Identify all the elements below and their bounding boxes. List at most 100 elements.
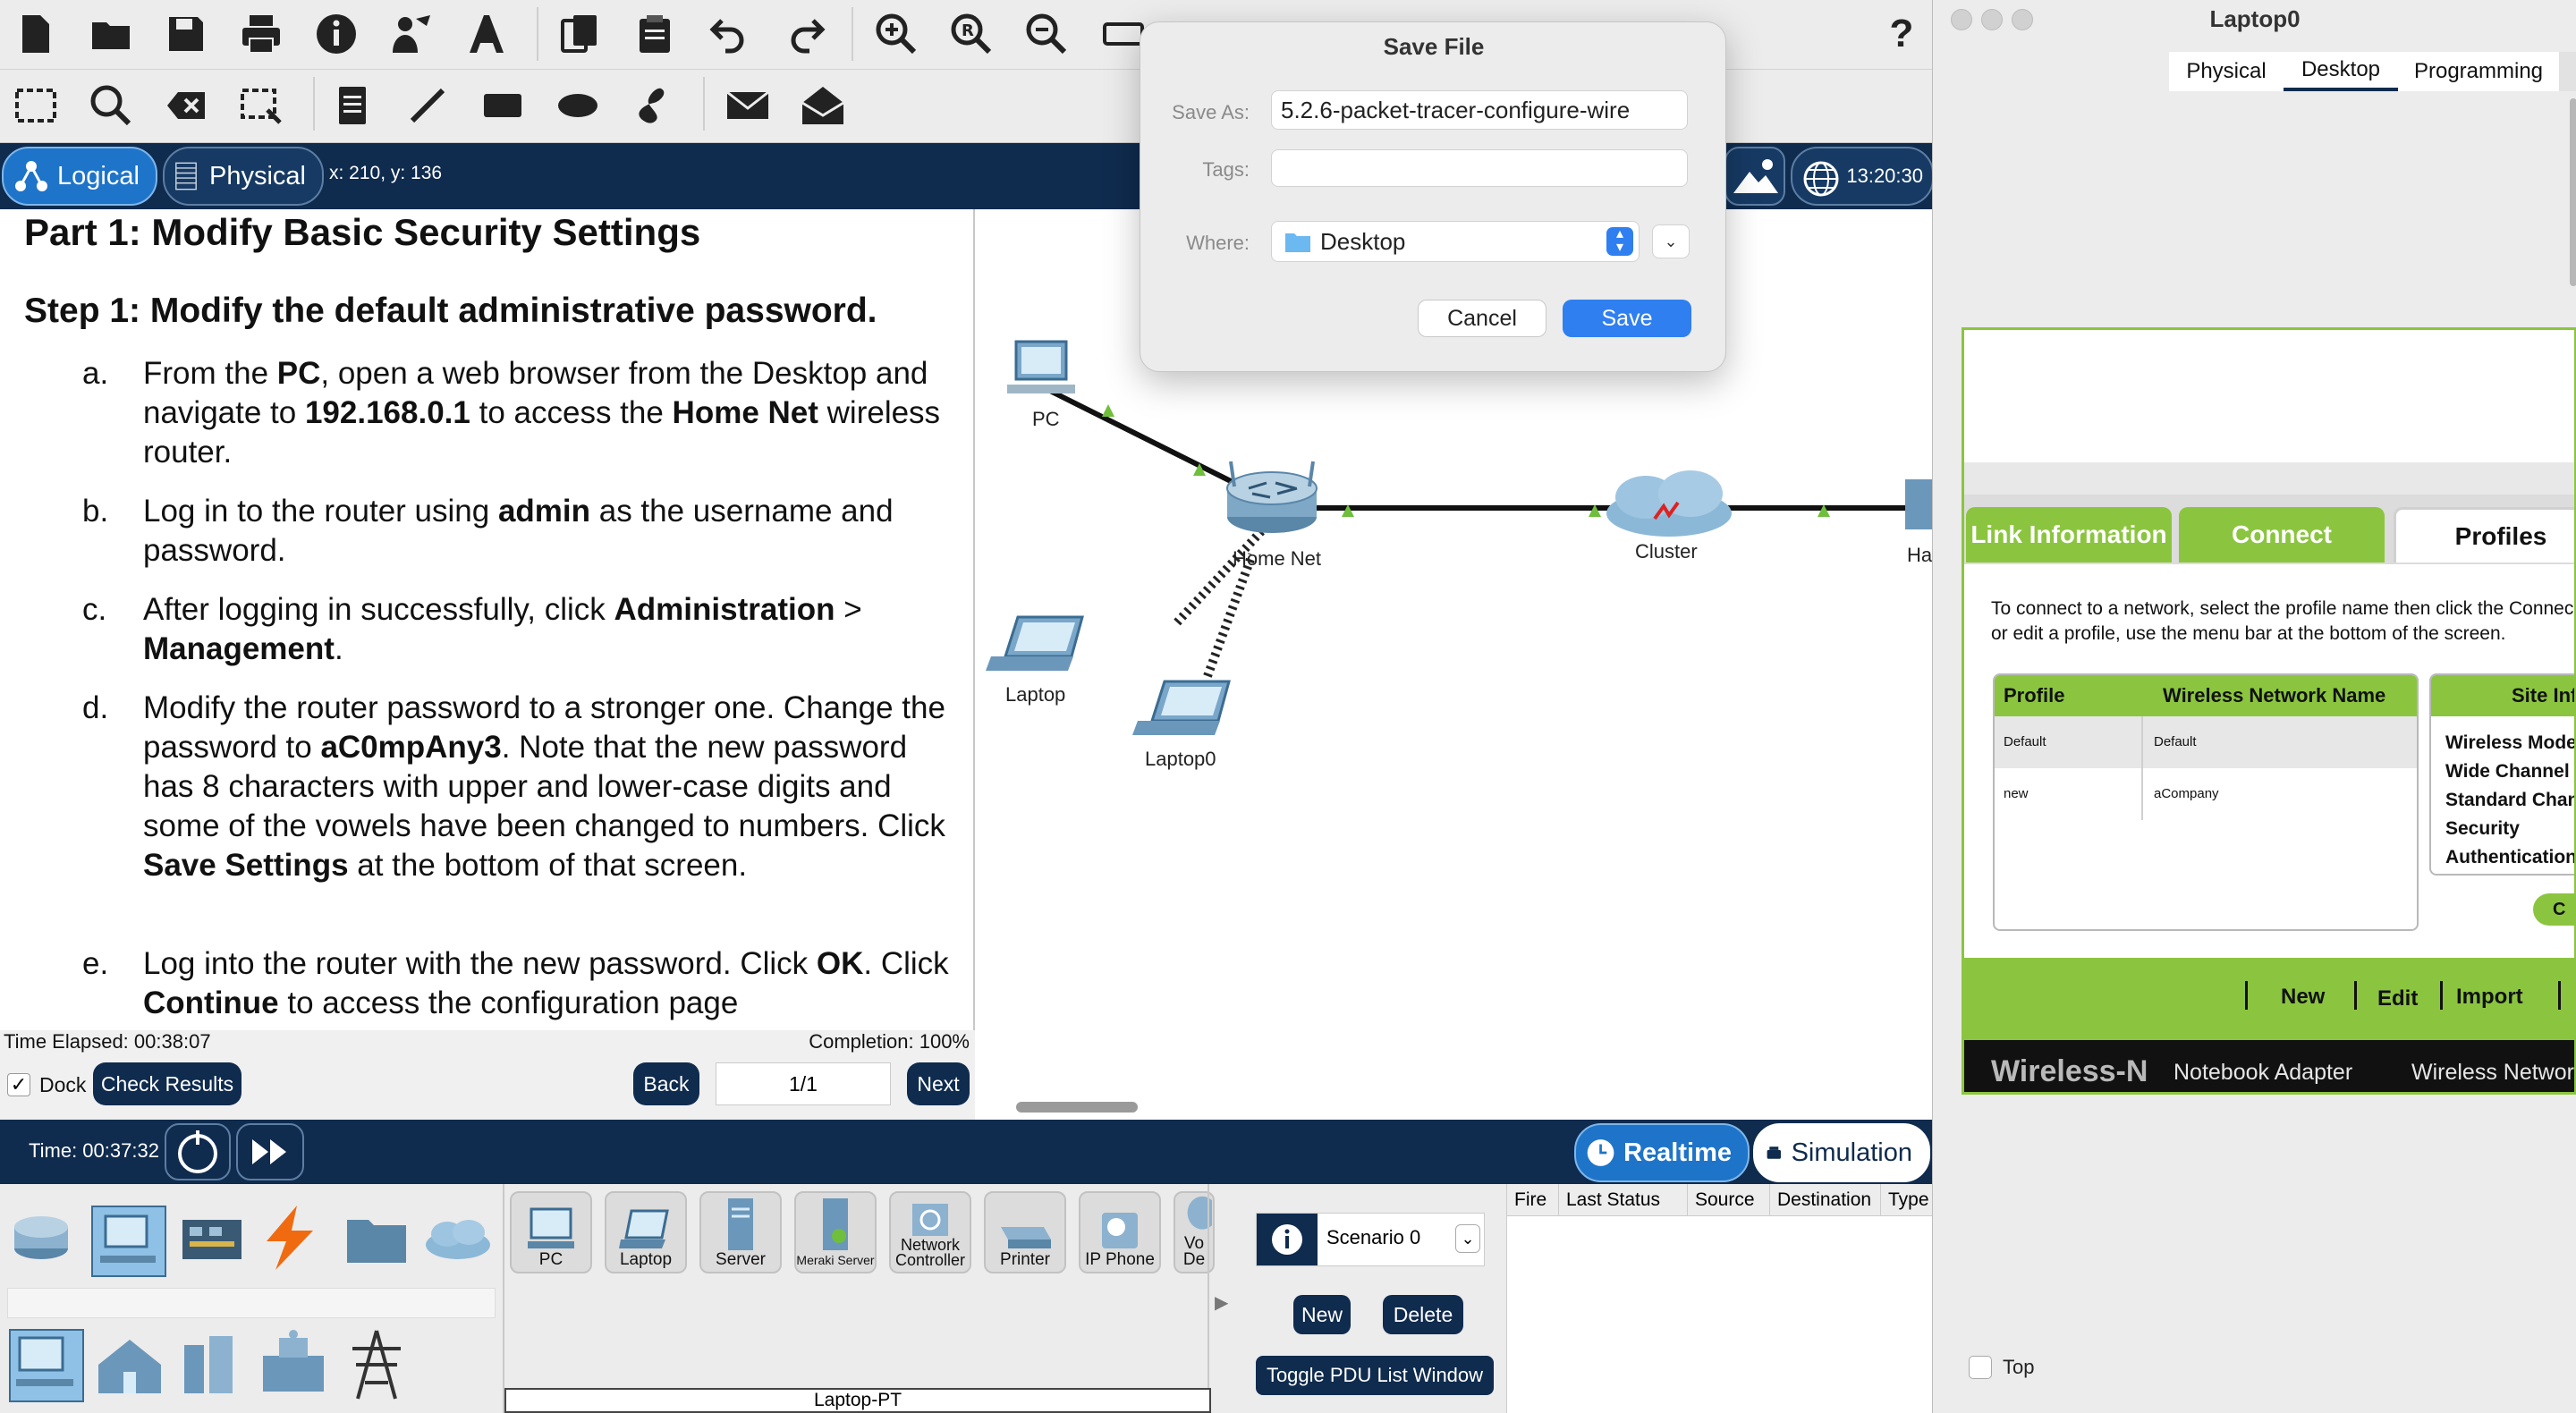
simple-pdu-icon[interactable]	[724, 82, 771, 129]
cancel-button[interactable]: Cancel	[1418, 300, 1546, 337]
horizontal-scrollbar[interactable]	[1016, 1102, 1138, 1113]
pdu-col-last-status[interactable]: Last Status	[1559, 1184, 1688, 1215]
redo-icon[interactable]	[782, 11, 828, 57]
undo-icon[interactable]	[707, 11, 753, 57]
help-icon[interactable]: ?	[1878, 11, 1925, 57]
tab-programming[interactable]: Programming	[2398, 52, 2559, 91]
open-folder-icon[interactable]	[88, 11, 134, 57]
inspect-icon[interactable]	[88, 82, 134, 129]
freeform-icon[interactable]	[630, 82, 676, 129]
select-icon[interactable]	[13, 82, 59, 129]
profile-row[interactable]: new aCompany	[1995, 768, 2417, 820]
pdu-col-type[interactable]: Type	[1881, 1184, 1933, 1215]
where-select[interactable]: Desktop ▴ ▾	[1271, 221, 1640, 262]
connections-category-icon[interactable]	[258, 1204, 324, 1272]
device-tiles: PC Laptop Server Meraki Server Network C…	[508, 1184, 1216, 1372]
network-controller-tile[interactable]: Network Controller	[889, 1191, 971, 1273]
scenario-dropdown-icon[interactable]: ⌄	[1455, 1224, 1480, 1253]
copy-icon[interactable]	[556, 11, 603, 57]
profiles-help-text-1: To connect to a network, select the prof…	[1991, 598, 2574, 619]
physical-view-button[interactable]: Physical	[163, 147, 324, 206]
desktop-scrollbar[interactable]	[2570, 98, 2576, 286]
rectangle-icon[interactable]	[479, 82, 526, 129]
save-button[interactable]: Save	[1563, 300, 1691, 337]
line-icon[interactable]	[404, 82, 451, 129]
dock-checkbox[interactable]: ✓	[7, 1073, 30, 1096]
tab-link-information[interactable]: Link Information	[1966, 507, 2172, 563]
tags-field[interactable]	[1271, 149, 1688, 187]
expand-dialog-button[interactable]: ⌄	[1652, 224, 1690, 258]
new-scenario-button[interactable]: New	[1293, 1295, 1351, 1334]
end-devices-category-icon[interactable]	[91, 1206, 166, 1277]
print-icon[interactable]	[238, 11, 284, 57]
zoom-in-icon[interactable]	[873, 11, 919, 57]
pdu-col-fire[interactable]: Fire	[1507, 1184, 1559, 1215]
meraki-server-tile[interactable]: Meraki Server	[794, 1191, 877, 1273]
menu-import-button[interactable]: Import	[2456, 985, 2523, 1010]
dock-label: Dock	[39, 1073, 87, 1096]
zoom-out-icon[interactable]	[1023, 11, 1070, 57]
tags-label: Tags:	[1202, 158, 1250, 181]
top-checkbox[interactable]	[1969, 1356, 1992, 1379]
laptop-tile[interactable]: Laptop	[605, 1191, 687, 1273]
ip-phone-tile[interactable]: IP Phone	[1079, 1191, 1161, 1273]
complex-pdu-icon[interactable]	[800, 82, 846, 129]
menu-new-button[interactable]: New	[2281, 985, 2325, 1010]
tab-profiles[interactable]: Profiles	[2394, 507, 2574, 563]
font-icon[interactable]	[463, 11, 510, 57]
laptop-label: Laptop	[1005, 683, 1066, 706]
new-file-icon[interactable]	[13, 11, 59, 57]
resize-icon[interactable]	[238, 82, 284, 129]
tab-connect[interactable]: Connect	[2179, 507, 2385, 563]
smart-city-subcategory-icon[interactable]	[175, 1333, 242, 1397]
svg-text:R: R	[962, 21, 974, 40]
pdu-col-source[interactable]: Source	[1688, 1184, 1770, 1215]
logical-view-button[interactable]: Logical	[2, 147, 157, 206]
save-icon[interactable]	[163, 11, 209, 57]
background-image-button[interactable]	[1724, 147, 1785, 206]
power-cycle-button[interactable]	[165, 1123, 231, 1180]
back-button[interactable]: Back	[633, 1062, 699, 1105]
fast-forward-button[interactable]	[236, 1123, 304, 1180]
end-devices-subcategory-icon[interactable]	[9, 1329, 84, 1402]
ellipse-icon[interactable]	[555, 82, 601, 129]
pc-tile[interactable]: PC	[510, 1191, 592, 1273]
category-search-field[interactable]	[7, 1288, 496, 1318]
scenario-select[interactable]: Scenario 0	[1326, 1226, 1420, 1249]
tab-desktop[interactable]: Desktop	[2284, 52, 2398, 91]
industrial-subcategory-icon[interactable]	[258, 1329, 329, 1397]
instructions-footer: Time Elapsed: 00:38:07 Completion: 100% …	[0, 1030, 975, 1120]
check-results-button[interactable]: Check Results	[93, 1062, 242, 1105]
pdu-col-destination[interactable]: Destination	[1770, 1184, 1881, 1215]
printer-tile[interactable]: Printer	[984, 1191, 1066, 1273]
network-devices-category-icon[interactable]	[9, 1204, 79, 1268]
save-as-field[interactable]: 5.2.6-packet-tracer-configure-wire	[1271, 90, 1688, 130]
multiuser-category-icon[interactable]	[422, 1214, 494, 1265]
simulation-button[interactable]: Simulation	[1753, 1123, 1930, 1182]
info-icon[interactable]	[313, 11, 360, 57]
site-info-connect-button[interactable]: C	[2533, 893, 2574, 926]
scenario-info-button[interactable]	[1257, 1214, 1318, 1265]
components-category-icon[interactable]	[179, 1214, 245, 1265]
miscellaneous-category-icon[interactable]	[343, 1211, 410, 1266]
home-subcategory-icon[interactable]	[93, 1334, 166, 1397]
clock-button[interactable]: 13:20:30	[1791, 147, 1934, 206]
realtime-button[interactable]: Realtime	[1574, 1123, 1750, 1182]
delete-icon[interactable]	[163, 82, 209, 129]
power-grid-subcategory-icon[interactable]	[343, 1329, 410, 1400]
next-button[interactable]: Next	[907, 1062, 970, 1105]
profile-ssid: Default	[2154, 734, 2197, 749]
profile-row[interactable]: Default Default	[1995, 716, 2417, 768]
server-tile[interactable]: Server	[699, 1191, 782, 1273]
note-icon[interactable]	[329, 82, 376, 129]
tab-physical[interactable]: Physical	[2169, 52, 2284, 91]
rack-icon	[175, 162, 197, 190]
zoom-reset-icon[interactable]: R	[948, 11, 995, 57]
activity-wizard-icon[interactable]	[388, 11, 435, 57]
delete-scenario-button[interactable]: Delete	[1383, 1295, 1463, 1334]
menu-edit-button[interactable]: Edit	[2377, 986, 2418, 1011]
selected-device-name: Laptop-PT	[504, 1388, 1211, 1413]
expand-arrow-icon[interactable]: ▶	[1215, 1291, 1234, 1313]
toggle-pdu-list-button[interactable]: Toggle PDU List Window	[1256, 1356, 1494, 1395]
paste-icon[interactable]	[631, 11, 678, 57]
